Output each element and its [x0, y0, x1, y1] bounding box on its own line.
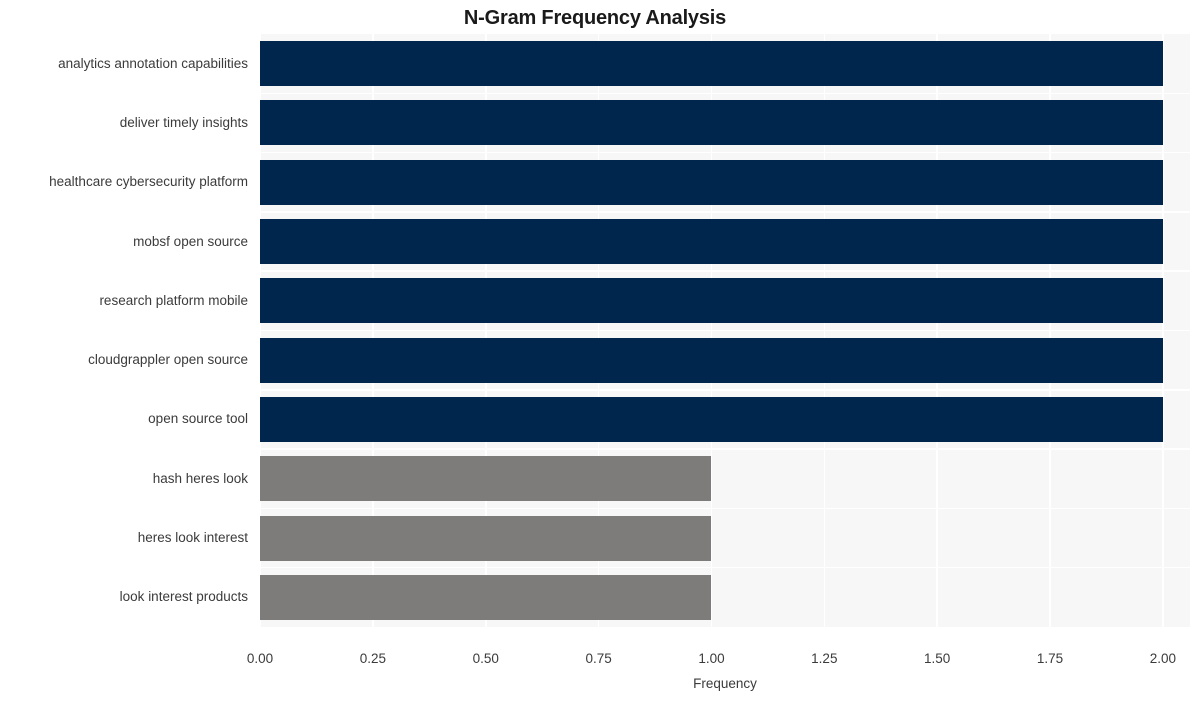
bar[interactable]	[260, 219, 1163, 265]
x-axis-tick-label: 0.50	[472, 651, 499, 666]
y-axis-tick-label: healthcare cybersecurity platform	[49, 174, 248, 190]
gridline-horizontal-4	[260, 270, 1190, 272]
bar[interactable]	[260, 278, 1163, 324]
y-axis-tick-label: hash heres look	[152, 470, 248, 486]
y-axis-tick-label: heres look interest	[137, 530, 248, 546]
y-axis-tick-label: cloudgrappler open source	[88, 352, 248, 368]
bar[interactable]	[260, 337, 1163, 383]
plot-area	[260, 34, 1190, 627]
chart-figure: N-Gram Frequency Analysis analytics anno…	[0, 0, 1200, 701]
y-axis-tick-label: analytics annotation capabilities	[58, 55, 248, 71]
x-axis-tick-label: 0.75	[585, 651, 612, 666]
gridline-horizontal-2	[260, 151, 1190, 154]
bar[interactable]	[260, 515, 712, 561]
y-axis-tick-label: deliver timely insights	[119, 114, 248, 130]
bar[interactable]	[260, 574, 712, 620]
x-axis-tick-label: 1.25	[811, 651, 838, 666]
y-axis-tick-label: open source tool	[148, 411, 248, 427]
y-axis-tick-label: look interest products	[119, 589, 248, 605]
x-axis-label: Frequency	[693, 676, 757, 691]
gridline-horizontal-8	[260, 507, 1190, 510]
gridline-horizontal-1	[260, 92, 1190, 95]
gridline-horizontal-5	[260, 329, 1190, 332]
chart-title: N-Gram Frequency Analysis	[463, 7, 727, 29]
gridline-horizontal-7	[260, 448, 1190, 450]
gridline-horizontal-9	[260, 566, 1190, 569]
y-axis-tick-label: research platform mobile	[99, 292, 248, 308]
bar[interactable]	[260, 396, 1163, 442]
bar[interactable]	[260, 41, 1163, 87]
x-axis-tick-label: 0.00	[246, 651, 274, 666]
gridline-horizontal-6	[260, 389, 1190, 391]
gridline-horizontal-3	[260, 211, 1190, 213]
x-axis-tick-label: 1.50	[924, 651, 951, 666]
x-axis-tick-label: 0.25	[359, 651, 386, 666]
x-axis-tick-label: 1.00	[698, 651, 725, 666]
x-axis-tick-label: 1.75	[1036, 651, 1064, 666]
x-axis-tick-label: 2.00	[1149, 651, 1177, 666]
bar[interactable]	[260, 100, 1163, 146]
bar[interactable]	[260, 456, 712, 502]
y-axis-tick-label: mobsf open source	[133, 233, 248, 249]
bar[interactable]	[260, 159, 1163, 205]
